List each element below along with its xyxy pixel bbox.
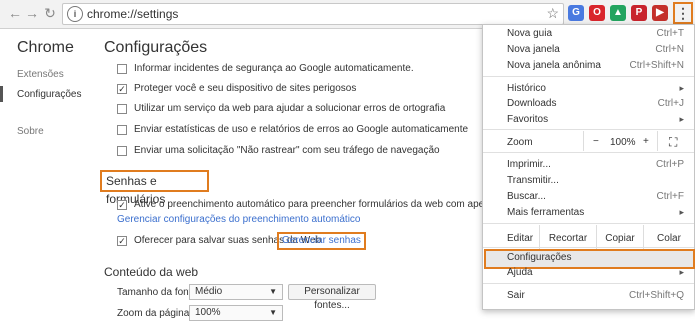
forward-icon[interactable]: → <box>23 4 41 22</box>
zoom-in-button[interactable]: + <box>643 136 649 147</box>
checkbox[interactable] <box>117 64 127 74</box>
submenu-arrow-icon: ▸ <box>679 207 684 217</box>
checkbox[interactable] <box>117 125 127 135</box>
chrome-menu-button[interactable]: ⋮ <box>673 2 693 24</box>
menu-item-zoom: Zoom <box>507 137 533 148</box>
dropdown-arrow-icon: ▼ <box>269 287 277 296</box>
privacy-row-label: Enviar estatísticas de uso e relatórios … <box>134 124 469 135</box>
sidebar-item-about[interactable]: Sobre <box>17 126 44 137</box>
section-title-passwords: Senhas e formulários <box>100 170 209 206</box>
font-size-label: Tamanho da fonte: <box>117 287 200 298</box>
menu-item-new-tab[interactable]: Nova guia <box>507 28 552 39</box>
font-size-select[interactable]: Médio ▼ <box>189 284 283 300</box>
bookmark-star-icon[interactable]: ☆ <box>546 5 559 22</box>
menu-divider <box>657 131 658 151</box>
shortcut-find: Ctrl+F <box>656 191 685 202</box>
sidebar-item-settings[interactable]: Configurações <box>17 89 81 100</box>
shortcut-exit: Ctrl+Shift+Q <box>628 290 684 301</box>
privacy-row-label: Proteger você e seu dispositivo de sites… <box>134 83 357 94</box>
checkbox-checked[interactable]: ✓ <box>117 84 127 94</box>
submenu-arrow-icon: ▸ <box>679 114 684 124</box>
sidebar-active-indicator <box>0 86 3 102</box>
pinterest-icon[interactable]: P <box>631 5 647 21</box>
address-bar[interactable]: i chrome://settings ☆ <box>62 3 564 25</box>
autofill-settings-link[interactable]: Gerenciar configurações do preenchimento… <box>117 214 360 225</box>
shortcut-incognito: Ctrl+Shift+N <box>629 60 684 71</box>
privacy-row-label: Informar incidentes de segurança ao Goog… <box>134 63 414 74</box>
copy-button[interactable]: Copiar <box>597 231 643 247</box>
menu-item-downloads[interactable]: Downloads <box>507 98 556 109</box>
menu-separator <box>483 283 694 284</box>
menu-item-help[interactable]: Ajuda <box>507 267 533 278</box>
menu-item-find[interactable]: Buscar... <box>507 191 546 202</box>
menu-separator <box>483 129 694 130</box>
shortcut-new-tab: Ctrl+T <box>656 28 685 39</box>
opera-icon[interactable]: O <box>589 5 605 21</box>
dropdown-arrow-icon: ▼ <box>269 308 277 317</box>
section-title-web-content: Conteúdo da web <box>104 265 199 279</box>
fullscreen-icon[interactable]: ⛶ <box>669 135 677 150</box>
menu-item-incognito[interactable]: Nova janela anônima <box>507 60 601 71</box>
menu-item-new-window[interactable]: Nova janela <box>507 44 560 55</box>
privacy-row-label: Utilizar um serviço da web para ajudar a… <box>134 103 446 114</box>
menu-separator <box>483 152 694 153</box>
url-text[interactable]: chrome://settings <box>87 7 178 21</box>
menu-item-more-tools[interactable]: Mais ferramentas <box>507 207 584 218</box>
sidebar-title: Chrome <box>17 39 74 56</box>
manage-passwords-link[interactable]: Gerenciar senhas <box>277 232 366 250</box>
checkbox-checked[interactable]: ✓ <box>117 200 127 210</box>
privacy-row-label: Enviar uma solicitação "Não rastrear" co… <box>134 145 440 156</box>
info-icon[interactable]: i <box>67 6 83 22</box>
page-zoom-value: 100% <box>195 307 221 318</box>
menu-item-print[interactable]: Imprimir... <box>507 159 551 170</box>
youtube-icon[interactable]: ▶ <box>652 5 668 21</box>
sidebar-item-extensions[interactable]: Extensões <box>17 69 64 80</box>
submenu-arrow-icon: ▸ <box>679 267 684 277</box>
cut-button[interactable]: Recortar <box>540 231 596 247</box>
checkbox[interactable] <box>117 104 127 114</box>
shortcut-new-window: Ctrl+N <box>655 44 684 55</box>
page-zoom-select[interactable]: 100% ▼ <box>189 305 283 321</box>
page-title: Configurações <box>104 39 208 56</box>
menu-item-cast[interactable]: Transmitir... <box>507 175 559 186</box>
menu-divider <box>583 131 584 151</box>
menu-separator <box>483 247 694 248</box>
paste-button[interactable]: Colar <box>644 231 694 247</box>
shortcut-print: Ctrl+P <box>655 159 684 170</box>
font-size-value: Médio <box>195 286 223 297</box>
zoom-out-button[interactable]: − <box>593 136 599 147</box>
checkbox-checked[interactable]: ✓ <box>117 236 127 246</box>
page-zoom-label: Zoom da página: <box>117 308 193 319</box>
checkbox[interactable] <box>117 146 127 156</box>
chrome-menu: Nova guia Ctrl+T Nova janela Ctrl+N Nova… <box>482 24 695 310</box>
menu-item-history[interactable]: Histórico <box>507 83 546 94</box>
menu-item-exit[interactable]: Sair <box>507 290 525 301</box>
menu-item-bookmarks[interactable]: Favoritos <box>507 114 548 125</box>
menu-item-settings[interactable]: Configurações <box>507 252 571 263</box>
translate-icon[interactable]: G <box>568 5 584 21</box>
customize-fonts-button[interactable]: Personalizar fontes... <box>288 284 376 311</box>
menu-separator <box>483 76 694 77</box>
menu-separator <box>483 223 694 224</box>
back-icon[interactable]: ← <box>6 4 24 22</box>
submenu-arrow-icon: ▸ <box>679 83 684 93</box>
reload-icon[interactable]: ↻ <box>41 4 59 22</box>
drive-icon[interactable]: ▲ <box>610 5 626 21</box>
zoom-level: 100% <box>610 137 636 148</box>
shortcut-downloads: Ctrl+J <box>657 98 684 109</box>
